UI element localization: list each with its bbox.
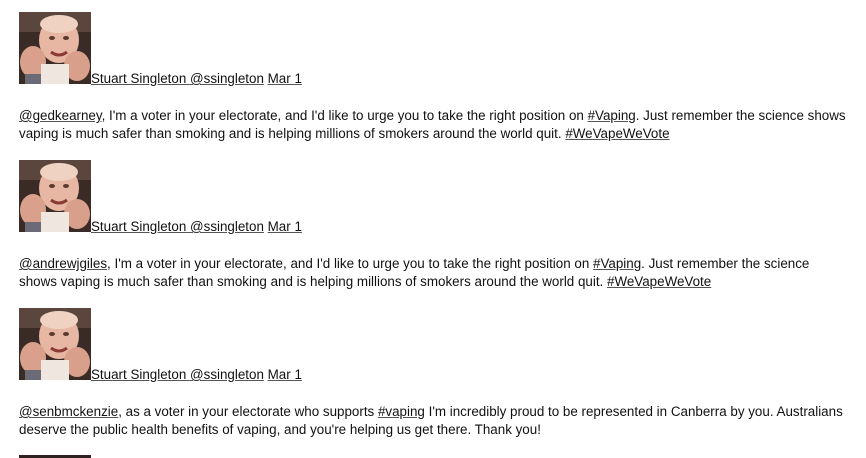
- hashtag-link[interactable]: #vaping: [378, 404, 425, 419]
- tweet-text-part: , as a voter in your electorate who supp…: [118, 404, 378, 419]
- avatar[interactable]: [19, 160, 91, 232]
- tweet-text-part: , I'm a voter in your electorate, and I'…: [101, 108, 588, 123]
- mention-link[interactable]: @gedkearney: [19, 108, 102, 123]
- tweet-date-link[interactable]: Mar 1: [268, 71, 302, 86]
- avatar-photo-icon: [19, 160, 91, 232]
- tweet-2: Stuart Singleton @ssingleton Mar 1 @andr…: [19, 160, 849, 289]
- tweet-text: @andrewjgiles, I'm a voter in your elect…: [19, 255, 849, 291]
- hashtag-link[interactable]: #Vaping: [588, 108, 636, 123]
- author-handle-link[interactable]: @ssingleton: [186, 71, 264, 86]
- tweet-3: Stuart Singleton @ssingleton Mar 1 @senb…: [19, 308, 849, 437]
- author-name-link[interactable]: Stuart Singleton: [91, 71, 186, 86]
- author-name-link[interactable]: Stuart Singleton: [91, 367, 186, 382]
- tweet-header: Stuart Singleton @ssingleton Mar 1: [19, 160, 849, 234]
- hashtag-link[interactable]: #WeVapeWeVote: [565, 126, 669, 141]
- avatar-photo-icon: [19, 12, 91, 84]
- avatar-photo-icon: [19, 308, 91, 380]
- tweet-date-link[interactable]: Mar 1: [268, 367, 302, 382]
- tweet-text: @gedkearney, I'm a voter in your elector…: [19, 107, 849, 143]
- author-handle: @ssingleton: [190, 71, 264, 86]
- author-handle-link[interactable]: @ssingleton: [186, 219, 264, 234]
- mention-link[interactable]: @andrewjgiles: [19, 256, 107, 271]
- tweet-text-part: , I'm a voter in your electorate, and I'…: [107, 256, 593, 271]
- author-handle: @ssingleton: [190, 367, 264, 382]
- tweet-header: Stuart Singleton @ssingleton Mar 1: [19, 308, 849, 382]
- tweet-date-link[interactable]: Mar 1: [268, 219, 302, 234]
- tweet-header: Stuart Singleton @ssingleton Mar 1: [19, 12, 849, 86]
- author-handle: @ssingleton: [190, 219, 264, 234]
- tweet-meta: Stuart Singleton @ssingleton Mar 1: [91, 367, 302, 382]
- hashtag-link[interactable]: #Vaping: [593, 256, 641, 271]
- tweet-text: @senbmckenzie, as a voter in your electo…: [19, 403, 849, 439]
- tweet-meta: Stuart Singleton @ssingleton Mar 1: [91, 219, 302, 234]
- avatar[interactable]: [19, 308, 91, 380]
- tweet-1: Stuart Singleton @ssingleton Mar 1 @gedk…: [19, 12, 849, 141]
- author-name-link[interactable]: Stuart Singleton: [91, 219, 186, 234]
- hashtag-link[interactable]: #WeVapeWeVote: [607, 274, 711, 289]
- author-handle-link[interactable]: @ssingleton: [186, 367, 264, 382]
- mention-link[interactable]: @senbmckenzie: [19, 404, 118, 419]
- tweet-meta: Stuart Singleton @ssingleton Mar 1: [91, 71, 302, 86]
- avatar[interactable]: [19, 12, 91, 84]
